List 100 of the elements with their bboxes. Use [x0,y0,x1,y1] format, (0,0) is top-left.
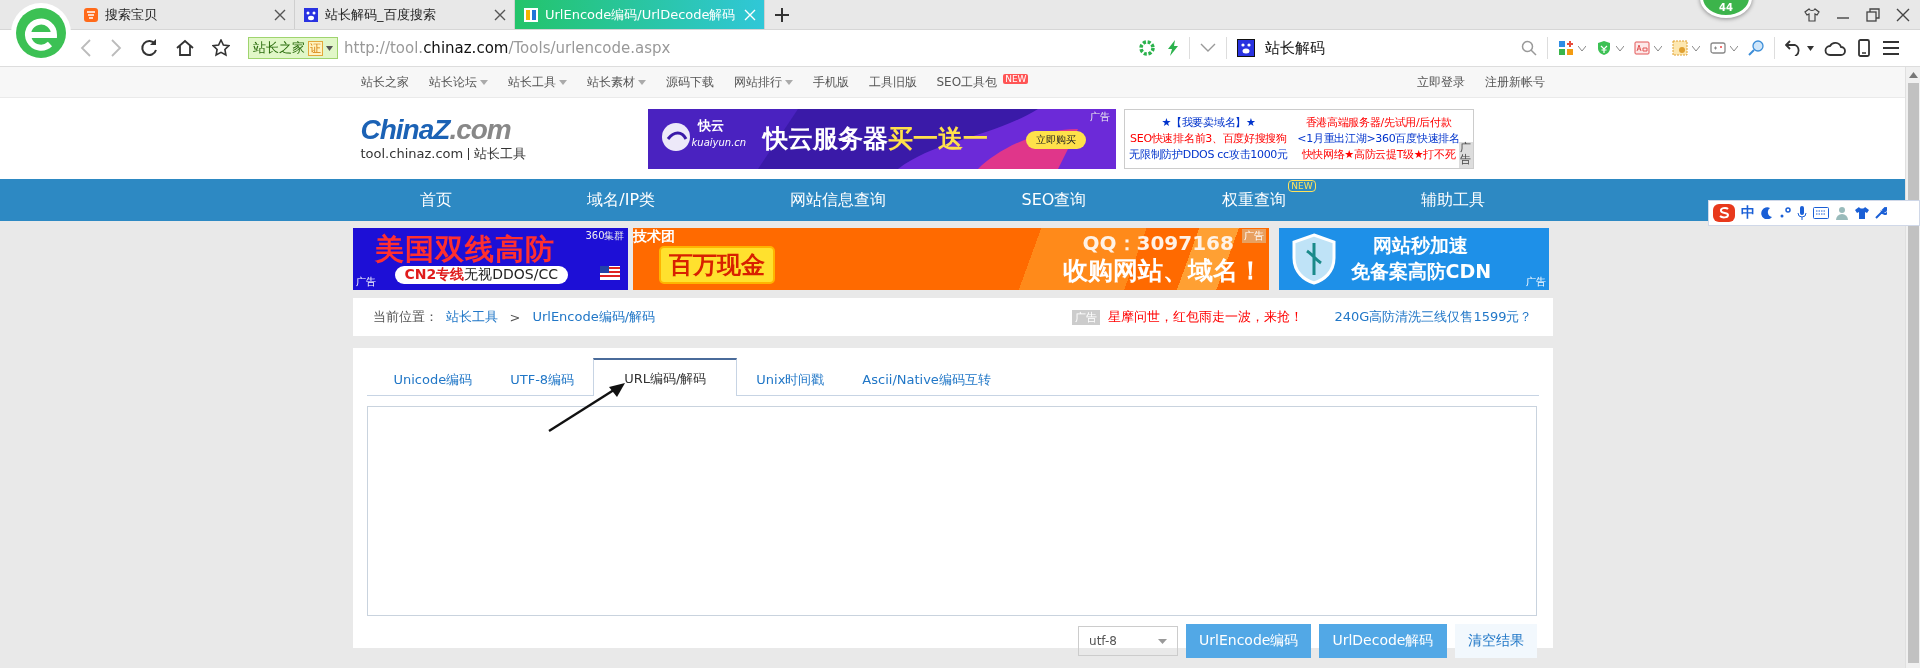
ad-promo: 买一送一 [887,122,988,155]
gamepad-icon[interactable] [1710,40,1726,56]
site-domain: tool.chinaz.com [360,146,464,161]
user-icon[interactable] [1835,206,1849,220]
ad-link[interactable]: 香港高端服务器/先试用/后付款 [1305,114,1452,131]
loading-icon[interactable] [1139,40,1155,56]
wrench-icon[interactable] [1875,207,1887,219]
shield-icon[interactable] [1596,40,1612,56]
translate-icon[interactable] [1634,40,1650,56]
menu-icon[interactable] [1882,40,1900,56]
sogou-logo-icon[interactable] [1713,204,1735,222]
cloud-icon[interactable] [1824,40,1846,56]
ad-subtitle: 收购网站、域名！ [1062,256,1263,286]
nav-link[interactable]: SEO工具包 NEW [936,73,1029,91]
close-icon[interactable] [274,8,286,21]
input-mode-toggle[interactable]: 中 [1741,204,1755,222]
keyboard-icon[interactable] [1813,207,1829,219]
close-icon[interactable] [494,8,506,21]
ad-link[interactable]: 无限制防护DDOS cc攻击1000元 [1129,146,1288,163]
shirt-icon[interactable] [1855,207,1869,219]
tool-tab[interactable]: URL编码/解码 [593,358,738,396]
ad-tag: 360集群 [585,229,625,243]
nav-link[interactable]: 手机版 [812,73,849,91]
nav-item[interactable]: 网站信息查询 [790,189,887,211]
url-field[interactable]: http://tool.chinaz.com/Tools/urlencode.aspx [344,39,671,57]
nav-item[interactable]: 首页 [420,189,453,211]
tool-tab[interactable]: UTF-8编码 [491,363,594,396]
ad-banner[interactable]: 网站秒加速 免备案高防CDN 广告 [1278,228,1549,290]
punctuation-icon[interactable] [1779,207,1791,219]
nav-item[interactable]: 辅助工具 [1420,189,1485,211]
tab-favicon-icon [523,6,539,23]
tool-tab[interactable]: Unix时间戳 [737,363,844,396]
tool-tab[interactable]: Unicode编码 [374,363,492,396]
magnifier-icon[interactable] [1748,40,1764,56]
lightning-icon[interactable] [1167,40,1179,56]
account-link[interactable]: 立即登录 [1416,73,1465,91]
home-icon[interactable] [176,39,194,57]
breadcrumb-label: 当前位置： [372,308,438,326]
account-link[interactable]: 注册新帐号 [1484,73,1545,91]
ad-headline: 美国双线高防 [374,231,555,267]
skin-icon[interactable] [1804,7,1820,22]
ad-link[interactable]: SEO快速排名前3、百度好搜搜狗 [1130,130,1287,147]
new-badge: NEW [1288,179,1316,192]
ad-link[interactable]: ★【我要卖域名】★ [1161,114,1256,131]
charset-dropdown[interactable]: utf-8 [1078,626,1179,656]
star-icon[interactable] [212,39,230,57]
site-name: 站长之家 [253,39,305,57]
promo-link[interactable]: 星摩问世，红包雨走一波，来抢！ [1107,308,1303,326]
close-icon[interactable] [1896,7,1910,22]
site-section: 站长工具 [474,144,527,163]
reload-icon[interactable] [140,39,158,57]
input-textarea[interactable] [366,406,1537,616]
moon-icon[interactable] [1761,207,1773,219]
screenshot-icon[interactable] [1672,40,1688,56]
site-logo[interactable]: ChinaZ.com [360,114,648,145]
caret-icon [1158,638,1168,644]
nav-link[interactable]: 站长论坛 [428,73,488,91]
ad-subtitle: 无视DDOS/CC [464,266,558,282]
search-field[interactable]: 站长解码 [1265,38,1515,58]
certificate-badge: 证 [308,40,323,56]
tool-tab[interactable]: Ascii/Native编码互转 [843,363,1010,396]
nav-link[interactable]: 站长素材 [586,73,646,91]
site-identity-badge[interactable]: 站长之家 证 [248,37,338,59]
caret-icon [558,79,567,85]
nav-item[interactable]: 域名/IP类 [587,189,656,211]
scrollbar[interactable] [1905,67,1920,668]
caret-icon[interactable] [1807,45,1814,51]
search-icon[interactable] [1521,40,1537,56]
tab-title: 搜索宝贝 [105,5,158,24]
ad-link[interactable]: <1月重出江湖>360百度快速排名 [1297,130,1460,147]
caret-icon [326,45,333,51]
nav-link[interactable]: 源码下载 [665,73,714,91]
breadcrumb-link[interactable]: 站长工具 [445,308,498,326]
ad-domain: kuaiyun.cn [691,136,747,148]
scroll-up-icon[interactable] [1908,72,1918,78]
ad-label: 广告 [1089,109,1110,124]
apps-icon[interactable] [1558,40,1574,56]
promo-link[interactable]: 240G高防清洗三线仅售1599元？ [1334,308,1533,326]
new-tab-icon[interactable] [775,8,789,22]
ad-contact: QQ：3097168 [1082,231,1234,255]
ad-banner[interactable]: 美国双线高防 360集群 广告 CN2专线无视DDOS/CC [352,228,628,290]
nav-link[interactable]: 站长工具 [507,73,567,91]
ad-banner[interactable]: 技术团 百万现金 QQ：3097168 广告 收购网站、域名！ [632,228,1269,290]
scrollbar-thumb[interactable] [1907,83,1919,663]
search-engine-icon[interactable] [1237,39,1255,57]
nav-link[interactable]: 网站排行 [733,73,793,91]
restore-icon[interactable] [1866,7,1880,22]
microphone-icon[interactable] [1797,206,1807,220]
ad-banner[interactable]: 快云 kuaiyun.cn 快云服务器买一送一 立即购买 广告 [647,108,1116,169]
ad-link[interactable]: 快快网络★高防云提T级★打不死 [1301,146,1456,163]
ad-headline: 百万现金 [658,246,775,284]
browser-tab[interactable]: 搜索宝贝 [75,0,295,29]
nav-link[interactable]: 工具旧版 [868,73,917,91]
chevron-down-icon[interactable] [1200,43,1216,53]
nav-link[interactable]: 站长之家 [360,73,409,91]
phone-icon[interactable] [1858,39,1870,57]
nav-item[interactable]: SEO查询 [1021,189,1087,211]
ad-tag: CN2专线 [404,266,465,282]
breadcrumb-link[interactable]: UrlEncode编码/解码 [532,308,656,326]
clear-button[interactable]: 清空结果 [1454,624,1537,658]
